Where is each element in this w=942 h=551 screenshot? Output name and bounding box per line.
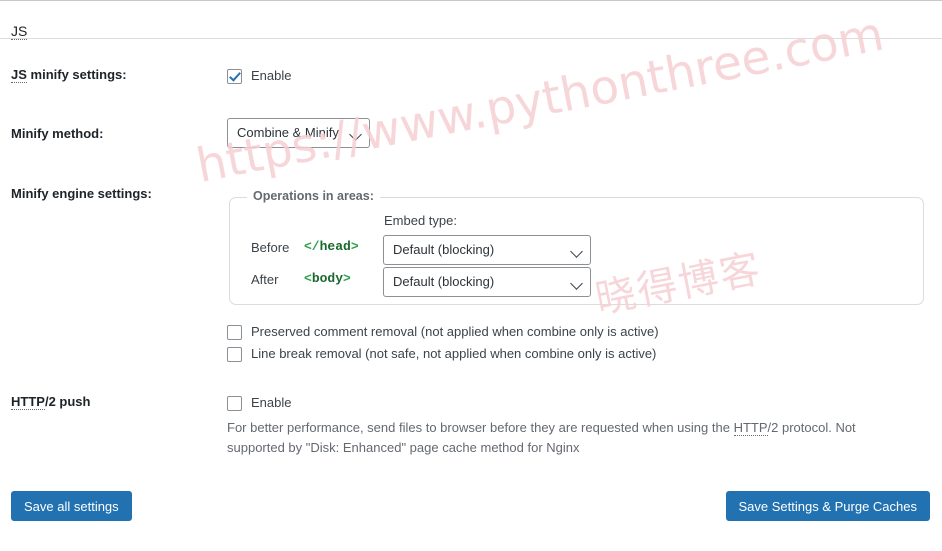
area-tag-head-close: > [350, 239, 359, 254]
preserved-comment-removal-label: Preserved comment removal (not applied w… [251, 324, 659, 339]
operations-in-areas-legend: Operations in areas: [247, 189, 380, 203]
http2-push-enable-checkbox[interactable] [227, 395, 242, 411]
area-tag-head-name: head [319, 239, 351, 254]
area-when-before: Before [251, 240, 290, 255]
js-minify-enable-row[interactable]: Enable [227, 66, 291, 86]
label-http2-push-rest: /2 push [44, 394, 91, 409]
js-abbr: JS [11, 67, 27, 83]
area-when-after: After [251, 272, 279, 287]
area-row-before-head: Before </head> Default (blocking) [230, 235, 923, 265]
area-tag-body: <body> [304, 271, 351, 286]
http2-push-description-part1: For better performance, send files to br… [227, 420, 734, 435]
label-js-minify-rest: minify settings: [26, 67, 127, 82]
http-abbr: HTTP [11, 394, 45, 410]
embed-type-select-before-head-wrap: Default (blocking) [383, 235, 591, 265]
save-all-settings-button[interactable]: Save all settings [11, 491, 132, 521]
label-minify-method: Minify method: [11, 126, 104, 141]
http2-push-enable-label: Enable [251, 395, 292, 410]
minify-method-selected-value: Combine & Minify [237, 125, 339, 140]
area-tag-head: </head> [304, 239, 359, 254]
line-break-removal-row[interactable]: Line break removal (not safe, not applie… [227, 344, 659, 364]
label-minify-engine-settings: Minify engine settings: [11, 186, 152, 201]
embed-type-select-before-head[interactable]: Default (blocking) [383, 235, 591, 265]
embed-type-before-head-value: Default (blocking) [393, 242, 495, 257]
label-js-minify-settings: JS minify settings: [11, 66, 221, 84]
js-minify-enable-checkbox[interactable] [227, 68, 242, 84]
preserved-comment-removal-row[interactable]: Preserved comment removal (not applied w… [227, 322, 659, 342]
js-minify-enable-label: Enable [251, 68, 292, 83]
minify-engine-extra-options: Preserved comment removal (not applied w… [227, 322, 659, 366]
field-minify-method: Combine & Minify [227, 118, 370, 148]
embed-type-after-body-value: Default (blocking) [393, 274, 495, 289]
line-break-removal-label: Line break removal (not safe, not applie… [251, 346, 657, 361]
chevron-down-icon [570, 277, 583, 290]
line-break-removal-checkbox[interactable] [227, 346, 242, 362]
chevron-down-icon [349, 128, 362, 141]
preserved-comment-removal-checkbox[interactable] [227, 324, 242, 340]
area-tag-body-open: < [304, 271, 312, 286]
http2-push-enable-row[interactable]: Enable [227, 393, 291, 413]
label-http2-push: HTTP/2 push [11, 393, 221, 411]
field-http2-push-enable: Enable [227, 393, 291, 413]
chevron-down-icon [570, 245, 583, 258]
save-settings-purge-caches-button[interactable]: Save Settings & Purge Caches [725, 491, 930, 521]
area-tag-body-close: > [343, 271, 351, 286]
embed-type-select-after-body[interactable]: Default (blocking) [383, 267, 591, 297]
area-tag-body-name: body [311, 271, 344, 286]
header-divider [0, 38, 942, 39]
watermark-url: https://www.pythonthree.com [192, 6, 889, 194]
embed-type-label: Embed type: [384, 213, 457, 228]
area-tag-head-open: </ [304, 239, 320, 254]
field-js-minify-enable: Enable [227, 66, 291, 86]
minify-method-select[interactable]: Combine & Minify [227, 118, 370, 148]
operations-in-areas-fieldset: Operations in areas: Embed type: Before … [229, 189, 924, 305]
http-abbr-inline: HTTP [733, 420, 768, 436]
top-rule [0, 0, 942, 1]
area-row-after-body: After <body> Default (blocking) [230, 267, 923, 297]
http2-push-description: For better performance, send files to br… [227, 418, 917, 458]
embed-type-select-after-body-wrap: Default (blocking) [383, 267, 591, 297]
